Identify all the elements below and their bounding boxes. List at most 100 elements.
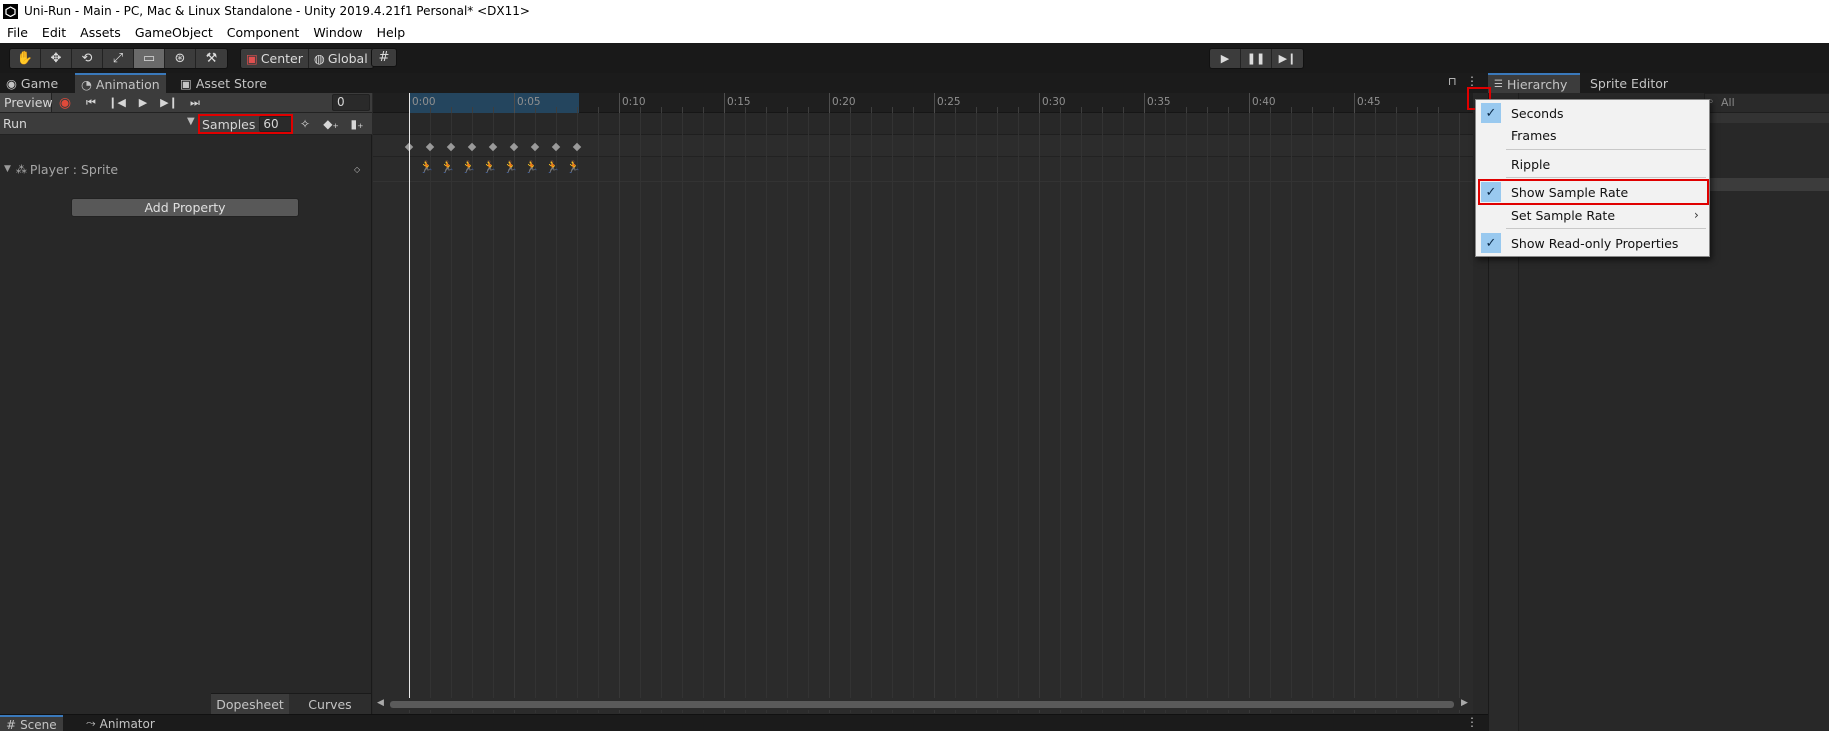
next-key-button[interactable]: ▶❙: [156, 93, 182, 112]
chevron-down-icon[interactable]: ▼: [187, 116, 195, 127]
horizontal-scroll-thumb[interactable]: [390, 701, 1454, 708]
sprite-keyframe-thumbnail[interactable]: 🏃: [566, 160, 581, 174]
dopesheet-timeline[interactable]: 0:00 0:05 0:10 0:15 0:20 0:25 0:30 0:35 0:40 0:45…: [373, 93, 1473, 714]
timeline-grid-line: [955, 113, 956, 713]
menu-component[interactable]: Component: [227, 25, 300, 40]
timeline-grid-line: [1270, 113, 1271, 713]
scale-tool-button[interactable]: ⤢: [103, 49, 134, 68]
menu-gameobject[interactable]: GameObject: [135, 25, 213, 40]
menu-item-set-sample-rate[interactable]: Set Sample Rate ›: [1476, 205, 1709, 225]
timeline-settings-menu: ✓ Seconds Frames Ripple ✓ Show Sample Ra…: [1475, 99, 1710, 257]
property-row[interactable]: ▼ ⁂ Player : Sprite ◇: [0, 159, 372, 179]
timeline-grid-line: [1438, 113, 1439, 713]
ruler-major-tick: [1039, 93, 1040, 113]
preview-toggle[interactable]: Preview: [0, 93, 53, 112]
property-label: Player : Sprite: [29, 161, 119, 177]
scroll-left-icon[interactable]: ◀: [377, 698, 384, 708]
last-key-button[interactable]: ⏭: [182, 93, 208, 112]
sprite-keyframe-thumbnail[interactable]: 🏃: [503, 160, 518, 174]
playhead[interactable]: [409, 93, 410, 703]
rect-tool-button[interactable]: ▭: [134, 49, 165, 68]
hierarchy-selected-row[interactable]: [1704, 178, 1829, 191]
prev-key-button[interactable]: ❙◀: [104, 93, 130, 112]
add-event-button[interactable]: ▮₊: [346, 115, 368, 133]
add-key-button[interactable]: ◆₊: [320, 115, 342, 133]
ruler-tick-label: 0:30: [1042, 96, 1066, 108]
add-keyframe-button[interactable]: ✧: [294, 115, 316, 133]
time-ruler[interactable]: 0:00 0:05 0:10 0:15 0:20 0:25 0:30 0:35 0:40 0:45: [373, 93, 1473, 113]
ruler-minor-tick: [556, 107, 557, 113]
menu-file[interactable]: File: [7, 25, 28, 40]
tab-animator[interactable]: ⤳ Animator: [80, 715, 161, 731]
menu-window[interactable]: Window: [313, 25, 362, 40]
animation-tab-strip: ◉ Game ◔ Animation ▣ Asset Store ⊓ ⋮: [0, 73, 1488, 93]
main-toolbar: ✋ ✥ ⟲ ⤢ ▭ ⊛ ⚒ ▣ Center ◍ Global # ▶ ❚❚ ▶❙: [0, 43, 1829, 73]
sprite-keyframe-thumbnail[interactable]: 🏃: [461, 160, 476, 174]
pivot-global-toggle[interactable]: ◍ Global: [309, 49, 373, 68]
timeline-horizontal-scrollbar[interactable]: ◀ ▶: [373, 698, 1473, 710]
search-placeholder: All: [1721, 96, 1735, 109]
sprite-keyframe-thumbnail[interactable]: 🏃: [419, 160, 434, 174]
tab-game[interactable]: ◉ Game: [0, 73, 64, 93]
dopesheet-tab[interactable]: Dopesheet: [211, 693, 289, 714]
window-menu-icon[interactable]: ⋮: [1466, 74, 1478, 88]
tab-scene[interactable]: # Scene: [0, 715, 63, 731]
menu-item-seconds[interactable]: ✓ Seconds: [1476, 103, 1709, 123]
tab-asset-store[interactable]: ▣ Asset Store: [174, 73, 273, 93]
scroll-right-icon[interactable]: ▶: [1461, 698, 1468, 708]
hierarchy-search[interactable]: ⌕ All: [1704, 93, 1829, 113]
timeline-grid-line: [430, 113, 431, 713]
tab-sprite-editor[interactable]: Sprite Editor: [1584, 73, 1674, 93]
lock-icon[interactable]: ⊓: [1448, 75, 1457, 88]
bottom-menu-icon[interactable]: ⋮: [1466, 715, 1478, 729]
hierarchy-scene-row[interactable]: [1704, 113, 1829, 123]
timeline-grid-line: [556, 113, 557, 713]
menu-item-ripple[interactable]: Ripple: [1476, 154, 1709, 174]
ruler-minor-tick: [1396, 107, 1397, 113]
property-key-icon[interactable]: ◇: [354, 165, 360, 174]
transform-tool-button[interactable]: ⊛: [165, 49, 196, 68]
menu-item-show-readonly[interactable]: ✓ Show Read-only Properties: [1476, 233, 1709, 253]
sprite-keyframe-thumbnail[interactable]: 🏃: [482, 160, 497, 174]
ruler-tick-label: 0:05: [517, 96, 541, 108]
ruler-tick-label: 0:45: [1357, 96, 1381, 108]
record-button[interactable]: ◉: [52, 93, 78, 112]
timeline-grid-line: [703, 113, 704, 713]
timeline-grid-line: [871, 113, 872, 713]
grid-snap-button[interactable]: #: [371, 48, 397, 67]
menu-assets[interactable]: Assets: [80, 25, 121, 40]
hand-tool-button[interactable]: ✋: [10, 49, 41, 68]
frame-field[interactable]: 0: [332, 94, 370, 111]
add-property-button[interactable]: Add Property: [71, 198, 299, 217]
tab-animation[interactable]: ◔ Animation: [75, 73, 166, 93]
timeline-event-row[interactable]: [373, 113, 1473, 135]
timeline-grid-line: [1039, 113, 1040, 713]
play-button[interactable]: ▶: [1210, 49, 1241, 68]
tab-hierarchy[interactable]: ☰ Hierarchy: [1488, 73, 1580, 93]
step-button[interactable]: ▶❙: [1272, 49, 1303, 68]
ruler-tick-label: 0:35: [1147, 96, 1171, 108]
ruler-major-tick: [934, 93, 935, 113]
custom-tool-button[interactable]: ⚒: [196, 49, 227, 68]
menu-help[interactable]: Help: [377, 25, 406, 40]
play-anim-button[interactable]: ▶: [130, 93, 156, 112]
ruler-minor-tick: [1102, 107, 1103, 113]
expand-arrow-icon[interactable]: ▼: [4, 164, 11, 174]
sprite-keyframe-thumbnail[interactable]: 🏃: [524, 160, 539, 174]
rotate-icon: ⟲: [81, 51, 93, 66]
menu-item-frames[interactable]: Frames: [1476, 125, 1709, 145]
timeline-grid-line: [1291, 113, 1292, 713]
sprite-keyframe-thumbnail[interactable]: 🏃: [440, 160, 455, 174]
menu-edit[interactable]: Edit: [42, 25, 66, 40]
sprite-keyframe-thumbnail[interactable]: 🏃: [545, 160, 560, 174]
pivot-center-toggle[interactable]: ▣ Center: [241, 49, 309, 68]
timeline-grid-line: [1207, 113, 1208, 713]
clip-selector[interactable]: Run: [3, 116, 27, 131]
ruler-minor-tick: [430, 107, 431, 113]
curves-tab[interactable]: Curves: [289, 693, 371, 714]
rotate-tool-button[interactable]: ⟲: [72, 49, 103, 68]
move-tool-button[interactable]: ✥: [41, 49, 72, 68]
store-icon: ▣: [180, 75, 192, 91]
first-key-button[interactable]: ⏮: [78, 93, 104, 112]
pause-button[interactable]: ❚❚: [1241, 49, 1272, 68]
